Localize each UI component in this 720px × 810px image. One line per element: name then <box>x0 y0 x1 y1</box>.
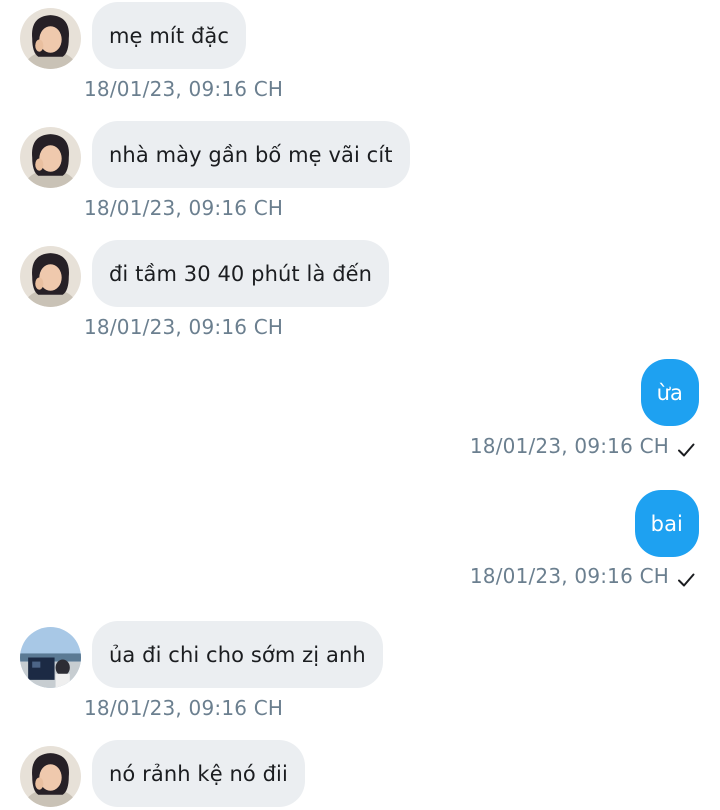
avatar-girl-icon[interactable] <box>20 246 81 307</box>
message-text: ủa đi chi cho sớm zị anh <box>109 642 366 667</box>
message-bubble[interactable]: đi tầm 30 40 phút là đến <box>92 240 390 307</box>
message-bubble[interactable]: nó rảnh kệ nó đii <box>92 740 305 807</box>
message-timestamp: 18/01/23, 09:16 CH <box>469 564 669 588</box>
message-bubble[interactable]: ủa đi chi cho sớm zị anh <box>92 621 383 688</box>
message-timestamp: 18/01/23, 09:16 CH <box>84 315 284 339</box>
chat-thread: mẹ mít đặc 18/01/23, 09:16 CH nhà mày gầ… <box>0 0 720 810</box>
message-timestamp: 18/01/23, 09:16 CH <box>469 434 669 458</box>
avatar-girl-icon[interactable] <box>20 127 81 188</box>
message-text: bai <box>650 511 683 536</box>
message-bubble-outgoing[interactable]: bai <box>634 490 699 557</box>
message-bubble[interactable]: nhà mày gần bố mẹ vãi cít <box>92 121 410 188</box>
message-text: ừa <box>656 380 683 405</box>
avatar-girl-icon[interactable] <box>20 8 81 69</box>
message-text: nhà mày gần bố mẹ vãi cít <box>109 142 393 167</box>
message-text: nó rảnh kệ nó đii <box>109 761 288 786</box>
message-text: đi tầm 30 40 phút là đến <box>109 261 373 286</box>
avatar-girl-icon[interactable] <box>20 746 81 807</box>
message-text: mẹ mít đặc <box>109 23 229 48</box>
message-timestamp: 18/01/23, 09:16 CH <box>84 196 284 220</box>
message-bubble[interactable]: mẹ mít đặc <box>92 2 246 69</box>
message-bubble-outgoing[interactable]: ừa <box>640 359 699 426</box>
message-timestamp: 18/01/23, 09:16 CH <box>84 77 284 101</box>
checkmark-icon <box>676 440 696 460</box>
message-timestamp: 18/01/23, 09:16 CH <box>84 696 284 720</box>
checkmark-icon <box>676 570 696 590</box>
avatar-landscape-icon[interactable] <box>20 627 81 688</box>
